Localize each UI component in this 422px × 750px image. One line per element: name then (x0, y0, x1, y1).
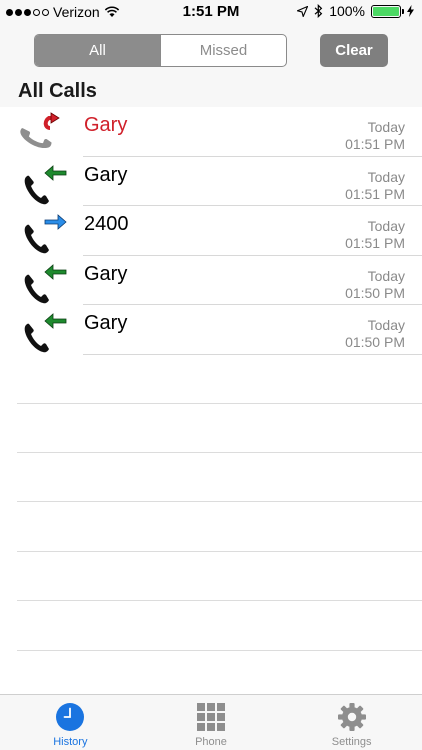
clock-icon (56, 703, 85, 731)
call-row[interactable]: Gary Today 01:50 PM (0, 305, 422, 355)
status-bar: Verizon 1:51 PM 100% (0, 0, 422, 24)
location-arrow-icon (297, 5, 309, 17)
call-time: 01:51 PM (345, 136, 405, 152)
tab-settings-label: Settings (331, 736, 372, 748)
incoming-call-icon (24, 263, 67, 303)
call-date: Today (367, 119, 405, 135)
call-row[interactable]: Gary Today 01:51 PM (0, 107, 422, 157)
call-row[interactable]: 2400 Today 01:51 PM (0, 206, 422, 256)
tab-history[interactable]: History (0, 695, 141, 750)
tab-settings[interactable]: Settings (281, 695, 422, 750)
section-header: All Calls (0, 80, 422, 107)
incoming-call-icon (24, 313, 67, 353)
gear-icon (337, 703, 366, 731)
call-history-list: Gary Today 01:51 PM Gary Today 01:51 PM 2400 To… (0, 107, 422, 355)
status-right: 100% (297, 3, 414, 19)
caller-name: Gary (84, 114, 128, 136)
call-time: 01:50 PM (345, 334, 405, 350)
bluetooth-icon (314, 4, 323, 18)
keypad-icon (197, 703, 225, 731)
clear-button[interactable]: Clear (320, 34, 388, 67)
call-time: 01:51 PM (345, 235, 405, 251)
call-row[interactable]: Gary Today 01:50 PM (0, 256, 422, 305)
call-date: Today (367, 267, 405, 284)
missed-call-icon (20, 112, 60, 149)
caller-name: Gary (84, 262, 128, 285)
tab-phone[interactable]: Phone (141, 695, 282, 750)
empty-row-divider (17, 551, 422, 552)
tab-bar: History Phone Settings (0, 694, 422, 750)
empty-row-divider (17, 600, 422, 601)
outgoing-call-icon (24, 214, 67, 254)
battery-icon (371, 4, 404, 18)
call-time: 01:50 PM (345, 284, 405, 301)
tab-history-label: History (53, 736, 88, 748)
call-date: Today (367, 218, 405, 234)
caller-name: Gary (84, 163, 128, 186)
charging-bolt-icon (407, 5, 414, 17)
call-time: 01:51 PM (345, 185, 405, 202)
empty-row-divider (17, 650, 422, 651)
call-date: Today (367, 317, 405, 333)
row-divider (83, 353, 422, 355)
call-filter-segmented-control: All Missed (34, 34, 287, 67)
top-controls: All Missed Clear (0, 24, 422, 80)
empty-row-divider (17, 501, 422, 502)
battery-percent: 100% (329, 3, 365, 19)
empty-row-divider (17, 452, 422, 453)
empty-row-divider (17, 403, 422, 404)
section-title: All Calls (18, 80, 97, 102)
call-date: Today (367, 168, 405, 185)
call-row[interactable]: Gary Today 01:51 PM (0, 157, 422, 206)
tab-phone-label: Phone (195, 736, 227, 748)
caller-name: 2400 (84, 213, 129, 235)
app-screen: Verizon 1:51 PM 100% All Missed Clear Al… (0, 0, 422, 750)
filter-missed-tab[interactable]: Missed (160, 35, 286, 66)
filter-all-tab[interactable]: All (35, 35, 160, 66)
incoming-call-icon (24, 164, 67, 204)
caller-name: Gary (84, 312, 128, 334)
